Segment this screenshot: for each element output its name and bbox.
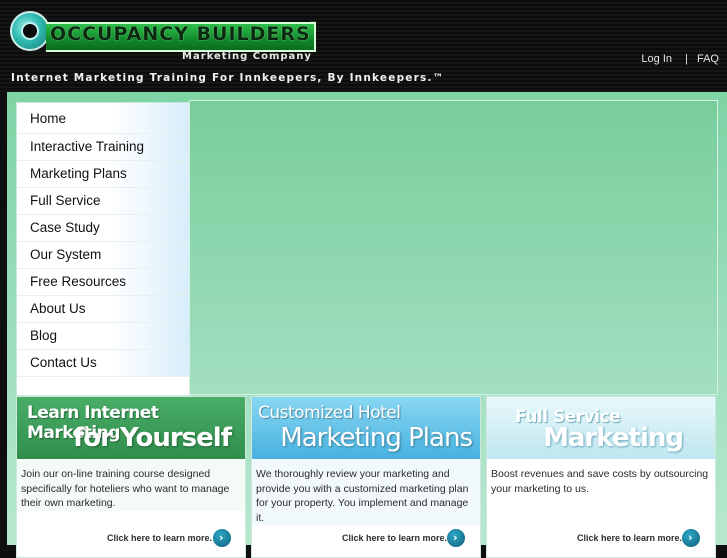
- banner-line1: Customized Hotel: [258, 403, 401, 423]
- link-separator: |: [685, 53, 688, 65]
- sidebar-item-interactive-training[interactable]: Interactive Training: [17, 134, 189, 161]
- logo-subtitle: Marketing Company: [182, 51, 312, 62]
- top-links: Log In | FAQ: [641, 53, 719, 65]
- chevron-right-icon[interactable]: ›: [682, 529, 700, 547]
- logo-wordmark: OCCUPANCY BUILDERS: [50, 23, 311, 45]
- sidebar-item-home[interactable]: Home: [17, 103, 189, 134]
- learn-more-link[interactable]: Click here to learn more.: [577, 533, 682, 543]
- tagline: Internet Marketing Training For Innkeepe…: [11, 72, 445, 84]
- chevron-right-icon[interactable]: ›: [213, 529, 231, 547]
- banner-line2: Marketing: [543, 423, 684, 453]
- card-banner[interactable]: Full Service Marketing: [487, 397, 715, 459]
- card-description: We thoroughly review your marketing and …: [252, 459, 480, 525]
- chevron-right-icon[interactable]: ›: [447, 529, 465, 547]
- learn-more-link[interactable]: Click here to learn more.: [107, 533, 212, 543]
- faq-link[interactable]: FAQ: [697, 53, 719, 65]
- sidebar-item-free-resources[interactable]: Free Resources: [17, 269, 189, 296]
- site-header: OCCUPANCY BUILDERS ™ Marketing Company L…: [0, 0, 727, 92]
- sidebar-item-full-service[interactable]: Full Service: [17, 188, 189, 215]
- sidebar-nav: Home Interactive Training Marketing Plan…: [16, 102, 190, 396]
- hero-panel: [189, 100, 718, 395]
- card-banner[interactable]: Customized Hotel Marketing Plans: [252, 397, 480, 459]
- sidebar-item-case-study[interactable]: Case Study: [17, 215, 189, 242]
- banner-line2: for Yourself: [72, 423, 232, 453]
- logo-trademark: ™: [310, 21, 316, 28]
- card-banner[interactable]: Learn Internet Marketing for Yourself: [17, 397, 245, 459]
- ring-logo-icon: [10, 11, 50, 51]
- sidebar-item-contact-us[interactable]: Contact Us: [17, 350, 189, 377]
- sidebar-item-blog[interactable]: Blog: [17, 323, 189, 350]
- sidebar-item-marketing-plans[interactable]: Marketing Plans: [17, 161, 189, 188]
- card-description: Boost revenues and save costs by outsour…: [491, 468, 709, 495]
- logo[interactable]: OCCUPANCY BUILDERS ™ Marketing Company: [6, 8, 318, 66]
- banner-line2: Marketing Plans: [280, 423, 473, 453]
- sidebar-item-about-us[interactable]: About Us: [17, 296, 189, 323]
- card-description: Join our on-line training course designe…: [17, 459, 245, 511]
- login-link[interactable]: Log In: [641, 53, 672, 65]
- sidebar-item-our-system[interactable]: Our System: [17, 242, 189, 269]
- learn-more-link[interactable]: Click here to learn more.: [342, 533, 447, 543]
